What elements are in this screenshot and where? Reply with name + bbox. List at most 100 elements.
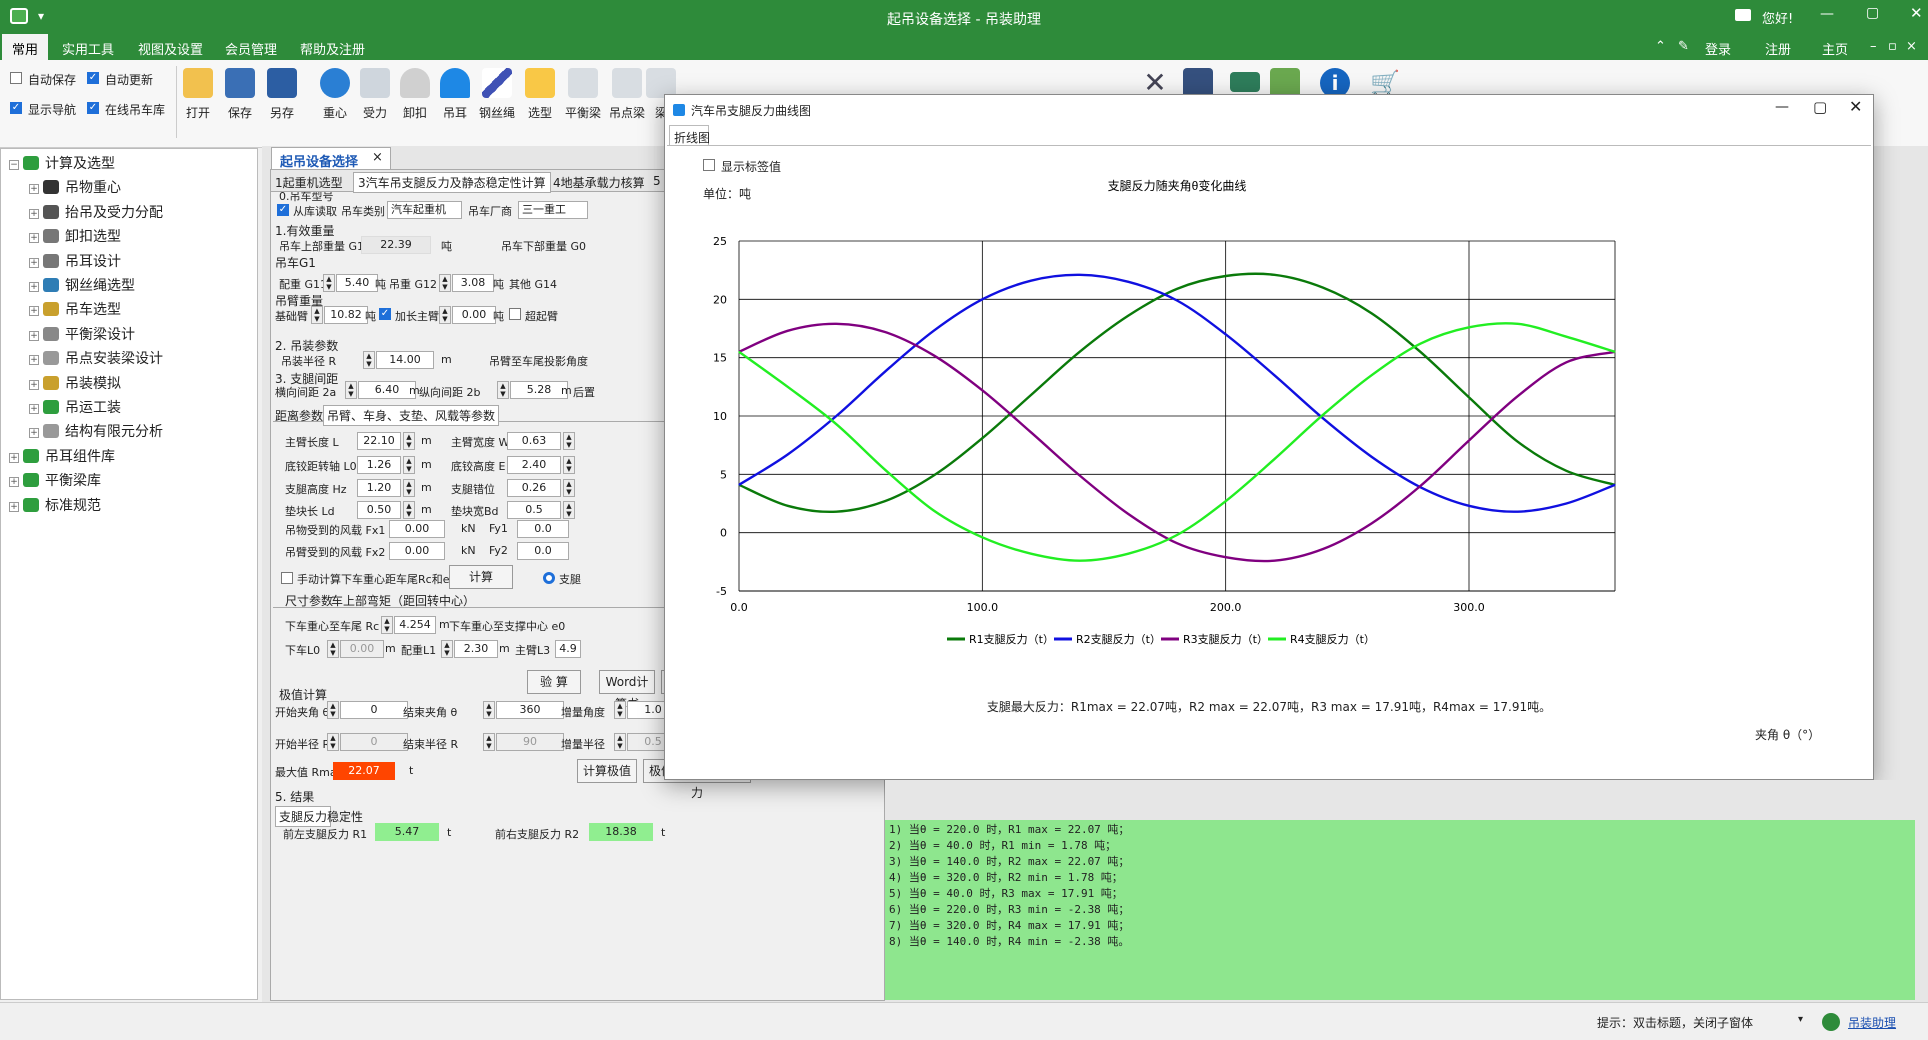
boom-width-spinner[interactable]: ▲ ▼ xyxy=(563,432,575,450)
outrigger-offset-input[interactable]: 0.26 xyxy=(507,479,561,497)
tree-expand-toggle[interactable]: + xyxy=(29,404,39,414)
close-button[interactable]: ✕ xyxy=(1910,4,1923,22)
extension-boom-input[interactable]: 0.00 xyxy=(452,306,496,324)
tree-expand-toggle[interactable]: + xyxy=(29,184,39,195)
hinge-distance-input[interactable]: 1.26 xyxy=(357,456,401,474)
center-gravity-button[interactable]: 重心 xyxy=(315,68,355,121)
increment-radius-input-spinner[interactable]: ▲ ▼ xyxy=(614,733,626,751)
tree-item-5[interactable]: + 钢丝绳选型 xyxy=(29,275,135,295)
end-angle-input[interactable]: 360 xyxy=(496,701,564,719)
l1-input-spinner[interactable]: ▲ ▼ xyxy=(441,640,453,658)
tree-item-11[interactable]: + 结构有限元分析 xyxy=(29,421,163,441)
menu-view[interactable]: 视图及设置 xyxy=(138,39,203,58)
mdi-close-icon[interactable]: × xyxy=(1906,39,1917,54)
lateral-spacing-input[interactable]: 6.40 xyxy=(358,381,416,399)
outrigger-height-spinner[interactable]: ▲ ▼ xyxy=(403,479,415,497)
tree-expand-toggle[interactable]: + xyxy=(29,282,39,292)
tree-item-10[interactable]: + 吊运工装 xyxy=(29,397,121,417)
tree-expand-toggle[interactable]: + xyxy=(29,208,39,219)
mdi-min-icon[interactable]: – xyxy=(1870,39,1877,54)
base-boom-input-spinner[interactable]: ▲ ▼ xyxy=(311,306,323,324)
tree-item-3[interactable]: + 卸扣选型 xyxy=(29,226,121,246)
status-dropdown-icon[interactable]: ▾ xyxy=(1798,1014,1803,1025)
shackle-button[interactable]: 卸扣 xyxy=(395,68,435,121)
pin-icon[interactable]: ✎ xyxy=(1678,39,1689,54)
save-as-button[interactable]: 另存 xyxy=(262,68,302,121)
maker-select[interactable]: 三一重工SANY xyxy=(518,201,588,219)
tree-item-4[interactable]: + 吊耳设计 xyxy=(29,251,121,271)
start-angle-input[interactable]: 0 xyxy=(340,701,408,719)
start-angle-input-spinner[interactable]: ▲ ▼ xyxy=(327,701,339,719)
tree-item-9[interactable]: + 吊装模拟 xyxy=(29,373,121,393)
rc-input[interactable]: 4.254 xyxy=(394,616,436,634)
save-button[interactable]: 保存 xyxy=(220,68,260,121)
minimize-button[interactable]: — xyxy=(1820,6,1834,22)
crane-type-select[interactable]: 汽车起重机 xyxy=(387,201,462,219)
hinge-height-input[interactable]: 2.40 xyxy=(507,456,561,474)
hinge-distance-spinner[interactable]: ▲ ▼ xyxy=(403,456,415,474)
l0-input-spinner[interactable]: ▲ ▼ xyxy=(327,640,339,658)
tree-item-7[interactable]: + 平衡梁设计 xyxy=(29,324,135,344)
longitudinal-spacing-input[interactable]: 5.28 xyxy=(510,381,568,399)
super-lift-checkbox[interactable] xyxy=(509,308,521,320)
collapse-ribbon-icon[interactable]: ⌃ xyxy=(1655,39,1666,54)
end-radius-input[interactable]: 90 xyxy=(496,733,564,751)
menu-member[interactable]: 会员管理 xyxy=(225,39,277,58)
rc-input-spinner[interactable]: ▲ ▼ xyxy=(381,616,393,634)
tree-expand-toggle[interactable]: + xyxy=(29,330,39,341)
tree-item-6[interactable]: + 吊车选型 xyxy=(29,299,121,319)
tree-item-1[interactable]: + 吊物重心 xyxy=(29,177,121,197)
tree-item-2[interactable]: + 抬吊及受力分配 xyxy=(29,202,163,222)
extension-boom-checkbox[interactable]: ✓ xyxy=(379,308,391,320)
outrigger-height-input[interactable]: 1.20 xyxy=(357,479,401,497)
menu-help[interactable]: 帮助及注册 xyxy=(300,39,365,58)
manual-calc-button[interactable]: 计算 xyxy=(449,565,513,589)
auto-update-checkbox[interactable]: ✓ xyxy=(87,72,99,84)
outrigger-offset-spinner[interactable]: ▲ ▼ xyxy=(563,479,575,497)
l3-input[interactable]: 4.9 xyxy=(555,640,581,658)
force-button[interactable]: 受力 xyxy=(355,68,395,121)
counterweight-input[interactable]: 5.40 xyxy=(336,274,378,292)
dialog-close-button[interactable]: ✕ xyxy=(1849,97,1862,116)
outrigger-radio[interactable] xyxy=(543,572,555,584)
open-button[interactable]: 打开 xyxy=(178,68,218,121)
pad-width-spinner[interactable]: ▲ ▼ xyxy=(563,501,575,519)
restore-button[interactable]: ▢ xyxy=(1866,5,1879,21)
tree-expand-toggle[interactable]: + xyxy=(29,306,39,317)
fy2-input[interactable]: 0.0 xyxy=(517,542,569,560)
crane-select-button[interactable]: 选型 xyxy=(520,68,560,121)
extension-boom-input-spinner[interactable]: ▲ ▼ xyxy=(439,306,451,324)
boom-length-spinner[interactable]: ▲ ▼ xyxy=(403,432,415,450)
wind1-input[interactable]: 0.00 xyxy=(389,520,445,538)
fy1-input[interactable]: 0.0 xyxy=(517,520,569,538)
tree-expand-toggle[interactable]: + xyxy=(29,257,39,268)
l0-input[interactable]: 0.00 xyxy=(340,640,384,658)
end-angle-input-spinner[interactable]: ▲ ▼ xyxy=(483,701,495,719)
boom-length-input[interactable]: 22.10 xyxy=(357,432,401,450)
status-toggle-icon[interactable] xyxy=(1822,1013,1840,1031)
hinge-height-spinner[interactable]: ▲ ▼ xyxy=(563,456,575,474)
tree-expand-toggle[interactable]: − xyxy=(9,160,19,170)
lateral-spacing-input-spinner[interactable]: ▲ ▼ xyxy=(345,381,357,399)
tree-expand-toggle[interactable]: + xyxy=(9,501,19,512)
tree-expand-toggle[interactable]: + xyxy=(29,428,39,439)
login-link[interactable]: 登录 xyxy=(1705,39,1731,58)
hook-weight-input-spinner[interactable]: ▲ ▼ xyxy=(439,274,451,292)
verify-button[interactable]: 验 算 xyxy=(527,670,581,694)
start-radius-input-spinner[interactable]: ▲ ▼ xyxy=(327,733,339,751)
tree-expand-toggle[interactable]: + xyxy=(29,379,39,390)
sub-tab-5[interactable]: 5 xyxy=(653,174,661,188)
manual-calc-checkbox[interactable] xyxy=(281,572,293,584)
tree-item-8[interactable]: + 吊点安装梁设计 xyxy=(29,348,163,368)
pad-width-input[interactable]: 0.5 xyxy=(507,501,561,519)
status-app-link[interactable]: 吊装助理 xyxy=(1848,1014,1896,1031)
word-report-button[interactable]: Word计算书 xyxy=(599,670,655,711)
tree-item-0[interactable]: − 计算及选型 xyxy=(9,153,115,173)
home-link[interactable]: 主页 xyxy=(1822,39,1848,58)
sub-tab-3[interactable]: 3汽车吊支腿反力及静态稳定性计算 xyxy=(353,172,551,193)
tree-item-13[interactable]: + 平衡梁库 xyxy=(9,470,101,490)
mdi-restore-icon[interactable]: ▫ xyxy=(1888,39,1897,54)
register-link[interactable]: 注册 xyxy=(1765,39,1791,58)
doc-tab-close-icon[interactable]: × xyxy=(372,150,383,165)
dialog-minimize-button[interactable]: — xyxy=(1775,99,1789,115)
